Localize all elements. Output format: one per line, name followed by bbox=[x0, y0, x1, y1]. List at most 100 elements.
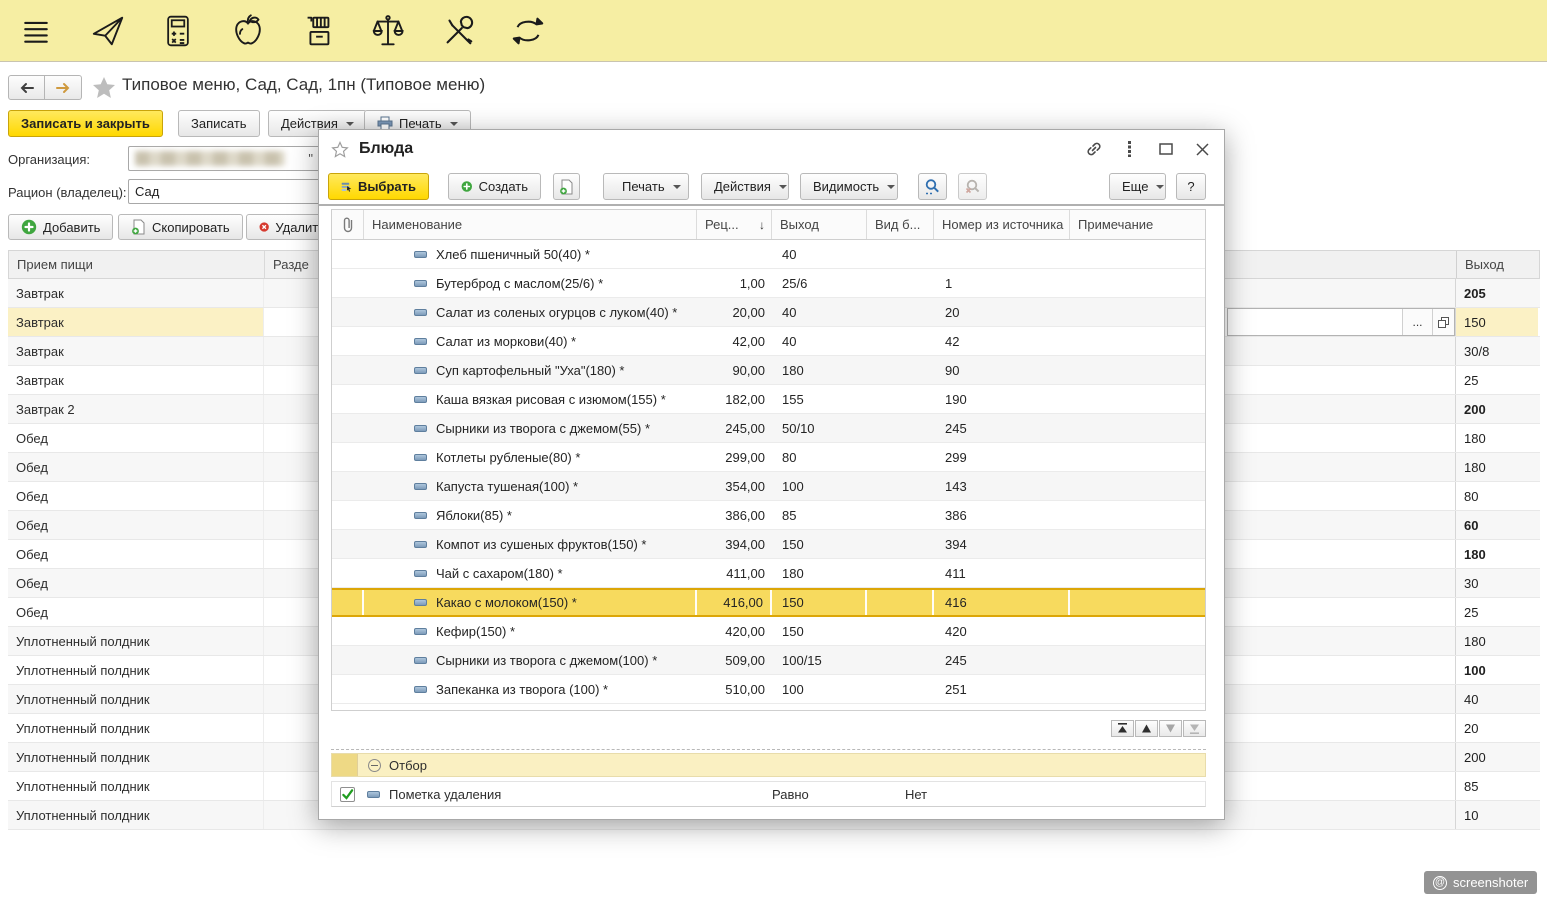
dialog-print-button[interactable]: Печать bbox=[603, 173, 689, 200]
rec-column-header[interactable]: Рец... ↓ bbox=[697, 210, 772, 239]
sync-icon[interactable] bbox=[508, 11, 548, 51]
scales-icon[interactable] bbox=[368, 11, 408, 51]
sort-desc-icon: ↓ bbox=[759, 218, 771, 232]
dish-row[interactable]: Запеканка из творога (100) *510,00100251 bbox=[332, 675, 1205, 704]
source-number-cell: 411 bbox=[934, 559, 1070, 587]
visibility-button[interactable]: Видимость bbox=[800, 173, 898, 200]
copy-button[interactable]: Скопировать bbox=[118, 214, 243, 240]
output-cell: 155 bbox=[772, 385, 867, 413]
rec-number-cell: 420,00 bbox=[697, 617, 772, 645]
select-icon bbox=[341, 179, 352, 194]
organization-field[interactable]: " bbox=[128, 146, 320, 171]
close-icon[interactable] bbox=[1192, 139, 1212, 159]
col-meal[interactable]: Прием пищи bbox=[9, 251, 265, 278]
favorite-star-outline-icon[interactable] bbox=[331, 141, 349, 158]
dish-name-cell: Каша вязкая рисовая с изюмом(155) * bbox=[364, 385, 697, 413]
more-dots-icon[interactable] bbox=[1120, 139, 1140, 159]
collapse-icon[interactable] bbox=[368, 759, 381, 772]
search-button[interactable] bbox=[918, 173, 947, 200]
rec-number-cell: 20,00 bbox=[697, 298, 772, 326]
attachment-column-header[interactable] bbox=[332, 210, 364, 239]
create-button[interactable]: Создать bbox=[448, 173, 541, 200]
dish-row[interactable]: Салат из моркови(40) *42,004042 bbox=[332, 327, 1205, 356]
save-label: Записать bbox=[191, 116, 247, 131]
create-copy-button[interactable] bbox=[553, 173, 580, 200]
select-button[interactable]: Выбрать bbox=[328, 173, 429, 200]
dish-row[interactable]: Суп картофельный "Уха"(180) *90,0018090 bbox=[332, 356, 1205, 385]
back-button[interactable] bbox=[8, 75, 45, 100]
dish-row[interactable]: Хлеб пшеничный 50(40) *40 bbox=[332, 240, 1205, 269]
open-value-button[interactable] bbox=[1432, 309, 1454, 335]
search-cancel-button[interactable] bbox=[958, 173, 987, 200]
meal-cell: Уплотненный полдник bbox=[8, 685, 264, 713]
dish-row[interactable]: Какао с молоком(150) *416,00150416 bbox=[332, 588, 1205, 617]
calculator-icon[interactable] bbox=[158, 11, 198, 51]
note-cell bbox=[1070, 530, 1205, 558]
output-cell: 200 bbox=[1455, 743, 1538, 771]
kind-cell bbox=[867, 501, 934, 529]
col-output[interactable]: Выход bbox=[1456, 251, 1539, 278]
link-icon[interactable] bbox=[1084, 139, 1104, 159]
save-close-button[interactable]: Записать и закрыть bbox=[8, 110, 163, 137]
go-last-button[interactable] bbox=[1183, 720, 1206, 737]
attachment-cell bbox=[332, 298, 364, 326]
apple-icon[interactable] bbox=[228, 11, 268, 51]
dish-row[interactable]: Сырники из творога с джемом(55) *245,005… bbox=[332, 414, 1205, 443]
dish-row[interactable]: Компот из сушеных фруктов(150) *394,0015… bbox=[332, 530, 1205, 559]
ellipsis-button[interactable]: ... bbox=[1402, 309, 1432, 335]
output-cell: 25 bbox=[1455, 366, 1538, 394]
app-toolbar bbox=[0, 0, 1547, 62]
go-up-button[interactable] bbox=[1135, 720, 1158, 737]
dialog-actions-button[interactable]: Действия bbox=[701, 173, 789, 200]
filter-checkbox[interactable] bbox=[340, 787, 355, 802]
dish-row[interactable]: Капуста тушеная(100) *354,00100143 bbox=[332, 472, 1205, 501]
help-button[interactable]: ? bbox=[1176, 173, 1206, 200]
dish-row[interactable]: Кефир(150) *420,00150420 bbox=[332, 617, 1205, 646]
dish-row[interactable]: Чай с сахаром(180) *411,00180411 bbox=[332, 559, 1205, 588]
dish-name: Яблоки(85) * bbox=[436, 508, 512, 523]
source-column-header[interactable]: Номер из источника bbox=[934, 210, 1070, 239]
dish-row[interactable]: Бутерброд с маслом(25/6) *1,0025/61 bbox=[332, 269, 1205, 298]
ration-field[interactable]: Сад bbox=[128, 179, 320, 204]
dish-row[interactable]: Салат из соленых огурцов с луком(40) *20… bbox=[332, 298, 1205, 327]
maximize-icon[interactable] bbox=[1156, 139, 1176, 159]
dish-name-cell: Яблоки(85) * bbox=[364, 501, 697, 529]
output-cell: 100/15 bbox=[772, 646, 867, 674]
more-button[interactable]: Еще bbox=[1109, 173, 1166, 200]
kind-cell bbox=[867, 472, 934, 500]
output-column-header[interactable]: Выход bbox=[772, 210, 867, 239]
note-column-header[interactable]: Примечание bbox=[1070, 210, 1205, 239]
go-down-button[interactable] bbox=[1159, 720, 1182, 737]
dish-name: Капуста тушеная(100) * bbox=[436, 479, 578, 494]
tools-icon[interactable] bbox=[438, 11, 478, 51]
source-number-cell: 245 bbox=[934, 414, 1070, 442]
name-column-header[interactable]: Наименование bbox=[364, 210, 697, 239]
save-button[interactable]: Записать bbox=[178, 110, 260, 137]
meal-cell: Обед bbox=[8, 569, 264, 597]
kind-column-header[interactable]: Вид б... bbox=[867, 210, 934, 239]
filter-group-header[interactable]: Отбор bbox=[331, 753, 1206, 777]
send-icon[interactable] bbox=[88, 11, 128, 51]
filter-corner-cell bbox=[332, 754, 358, 776]
output-cell: 200 bbox=[1455, 395, 1538, 423]
cart-icon[interactable] bbox=[298, 11, 338, 51]
filter-row[interactable]: Пометка удаления Равно Нет bbox=[331, 781, 1206, 807]
paperclip-icon bbox=[342, 216, 354, 233]
menu-icon[interactable] bbox=[16, 11, 56, 51]
item-dash-icon bbox=[414, 512, 427, 519]
dish-row[interactable]: Яблоки(85) *386,0085386 bbox=[332, 501, 1205, 530]
kind-cell bbox=[867, 590, 934, 615]
output-cell: 180 bbox=[1455, 424, 1538, 452]
note-cell bbox=[1070, 269, 1205, 297]
dish-name: Запеканка из творога (100) * bbox=[436, 682, 608, 697]
go-first-button[interactable] bbox=[1111, 720, 1134, 737]
note-cell bbox=[1070, 501, 1205, 529]
dish-row[interactable]: Каша вязкая рисовая с изюмом(155) *182,0… bbox=[332, 385, 1205, 414]
dish-row[interactable]: Сырники из творога с джемом(100) *509,00… bbox=[332, 646, 1205, 675]
visibility-label: Видимость bbox=[813, 179, 879, 194]
dish-row[interactable]: Котлеты рубленые(80) *299,0080299 bbox=[332, 443, 1205, 472]
favorite-star-icon[interactable] bbox=[92, 76, 116, 99]
forward-button[interactable] bbox=[45, 75, 82, 100]
attachment-cell bbox=[332, 443, 364, 471]
add-button[interactable]: Добавить bbox=[8, 214, 113, 240]
